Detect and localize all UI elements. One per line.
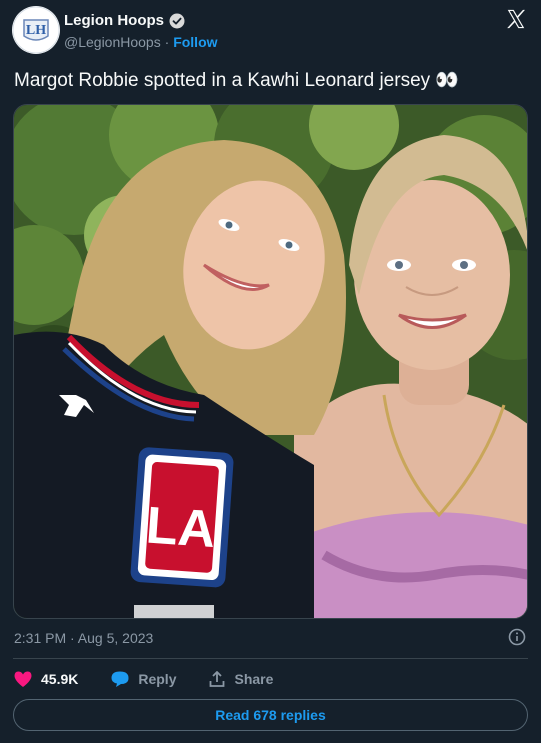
separator: · — [164, 34, 170, 50]
share-button[interactable]: Share — [208, 670, 273, 688]
x-logo-icon[interactable] — [505, 8, 527, 30]
avatar[interactable]: LH — [12, 6, 60, 54]
action-bar: 45.9K Reply Share — [13, 668, 305, 690]
jersey-logo-text: LA — [144, 496, 217, 559]
share-icon — [210, 671, 225, 687]
clippers-logo: LA — [130, 447, 234, 588]
tweet-photo[interactable]: LA — [13, 104, 528, 619]
follow-button[interactable]: Follow — [173, 34, 217, 50]
reply-button[interactable]: Reply — [110, 670, 176, 688]
photo-illustration: LA — [14, 105, 527, 618]
avatar-logo-text: LH — [26, 23, 46, 38]
reply-bubble-icon — [111, 671, 129, 687]
name-row: Legion Hoops — [64, 12, 185, 29]
reply-label: Reply — [138, 671, 177, 687]
divider — [13, 658, 528, 659]
info-icon[interactable] — [508, 628, 526, 646]
read-replies-button[interactable]: Read 678 replies — [13, 699, 528, 731]
tweet-header: LH Legion Hoops @LegionHoops · Follow — [12, 6, 529, 56]
display-name[interactable]: Legion Hoops — [64, 12, 164, 29]
legion-hoops-logo-icon: LH — [12, 6, 60, 54]
like-count: 45.9K — [41, 671, 79, 687]
heart-icon — [14, 671, 32, 687]
like-button[interactable]: 45.9K — [13, 670, 78, 688]
handle-row: @LegionHoops · Follow — [64, 34, 218, 50]
timestamp[interactable]: 2:31 PM · Aug 5, 2023 — [14, 630, 153, 646]
verified-badge-icon — [169, 13, 185, 28]
share-label: Share — [234, 671, 274, 687]
handle[interactable]: @LegionHoops — [64, 34, 161, 50]
tweet-text: Margot Robbie spotted in a Kawhi Leonard… — [14, 70, 460, 91]
